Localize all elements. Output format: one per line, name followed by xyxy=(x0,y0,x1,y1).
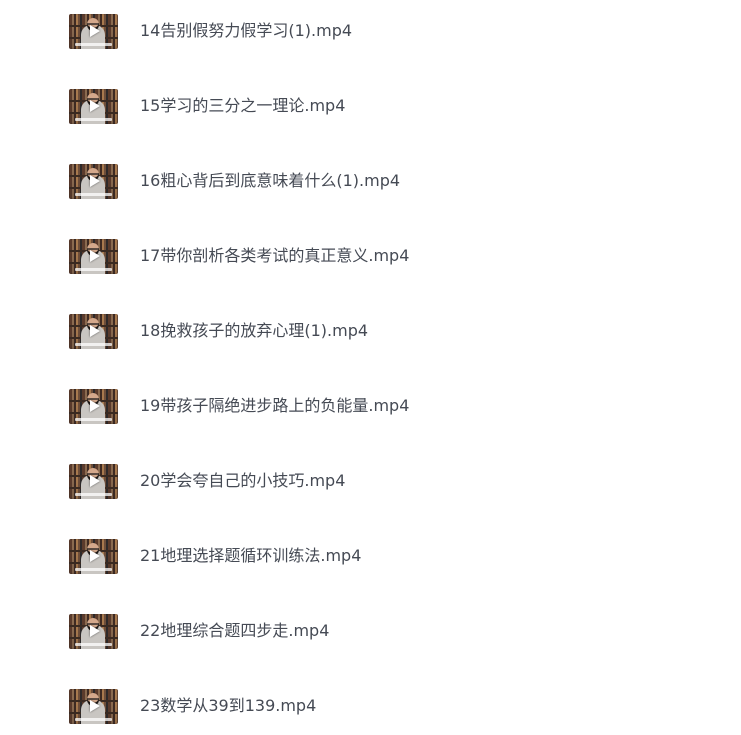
play-icon xyxy=(86,698,102,714)
play-icon xyxy=(86,323,102,339)
play-icon xyxy=(86,98,102,114)
video-thumbnail[interactable] xyxy=(69,538,118,574)
file-name[interactable]: 19带孩子隔绝进步路上的负能量.mp4 xyxy=(140,396,409,416)
file-item-15[interactable]: 15学习的三分之一理论.mp4 xyxy=(69,88,345,124)
file-name[interactable]: 21地理选择题循环训练法.mp4 xyxy=(140,546,361,566)
file-name[interactable]: 16粗心背后到底意味着什么(1).mp4 xyxy=(140,171,400,191)
video-thumbnail[interactable] xyxy=(69,238,118,274)
file-name[interactable]: 14告别假努力假学习(1).mp4 xyxy=(140,21,352,41)
video-file-list: 14告别假努力假学习(1).mp4 15学习的三分之一理论.mp4 16粗心背后… xyxy=(0,0,741,735)
file-item-16[interactable]: 16粗心背后到底意味着什么(1).mp4 xyxy=(69,163,400,199)
file-item-17[interactable]: 17带你剖析各类考试的真正意义.mp4 xyxy=(69,238,409,274)
video-thumbnail[interactable] xyxy=(69,88,118,124)
video-thumbnail[interactable] xyxy=(69,313,118,349)
file-name[interactable]: 17带你剖析各类考试的真正意义.mp4 xyxy=(140,246,409,266)
file-item-20[interactable]: 20学会夸自己的小技巧.mp4 xyxy=(69,463,345,499)
file-item-19[interactable]: 19带孩子隔绝进步路上的负能量.mp4 xyxy=(69,388,409,424)
file-item-21[interactable]: 21地理选择题循环训练法.mp4 xyxy=(69,538,361,574)
play-icon xyxy=(86,248,102,264)
play-icon xyxy=(86,23,102,39)
file-name[interactable]: 20学会夸自己的小技巧.mp4 xyxy=(140,471,345,491)
video-thumbnail[interactable] xyxy=(69,688,118,724)
file-item-18[interactable]: 18挽救孩子的放弃心理(1).mp4 xyxy=(69,313,368,349)
play-icon xyxy=(86,473,102,489)
play-icon xyxy=(86,623,102,639)
video-thumbnail[interactable] xyxy=(69,463,118,499)
video-thumbnail[interactable] xyxy=(69,613,118,649)
play-icon xyxy=(86,173,102,189)
file-item-22[interactable]: 22地理综合题四步走.mp4 xyxy=(69,613,329,649)
play-icon xyxy=(86,398,102,414)
video-thumbnail[interactable] xyxy=(69,163,118,199)
video-thumbnail[interactable] xyxy=(69,13,118,49)
file-name[interactable]: 22地理综合题四步走.mp4 xyxy=(140,621,329,641)
file-item-23[interactable]: 23数学从39到139.mp4 xyxy=(69,688,316,724)
video-thumbnail[interactable] xyxy=(69,388,118,424)
file-name[interactable]: 18挽救孩子的放弃心理(1).mp4 xyxy=(140,321,368,341)
file-item-14[interactable]: 14告别假努力假学习(1).mp4 xyxy=(69,13,352,49)
file-name[interactable]: 15学习的三分之一理论.mp4 xyxy=(140,96,345,116)
file-name[interactable]: 23数学从39到139.mp4 xyxy=(140,696,316,716)
play-icon xyxy=(86,548,102,564)
